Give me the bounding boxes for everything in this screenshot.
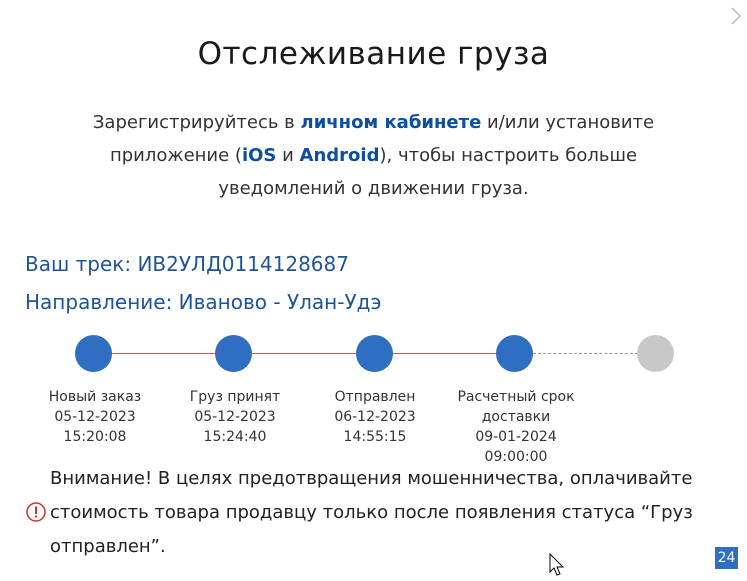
tracking-timeline: Новый заказ 05-12-2023 15:20:08 Груз при…: [0, 335, 747, 465]
timeline-dot: [356, 335, 393, 372]
timeline-segment: [111, 353, 216, 354]
fraud-warning: Внимание! В целях предотвращения мошенни…: [26, 462, 726, 564]
counter-badge[interactable]: 24: [715, 547, 738, 569]
timeline-step-estimated-delivery: Расчетный срок доставки 09-01-2024 09:00…: [457, 389, 575, 465]
warning-text: Внимание! В целях предотвращения мошенни…: [50, 468, 693, 557]
timeline-step-sent: Отправлен 06-12-2023 14:55:15: [334, 389, 416, 445]
cabinet-link[interactable]: личном кабинете: [301, 112, 482, 133]
timeline-dot-pending: [637, 335, 674, 372]
close-chevron-icon[interactable]: [729, 6, 743, 26]
track-number: Ваш трек: ИВ2УЛД0114128687: [25, 252, 349, 276]
timeline-step-accepted: Груз принят 05-12-2023 15:24:40: [189, 389, 281, 445]
info-circle-icon: [26, 500, 46, 522]
timeline-dot: [496, 335, 533, 372]
timeline-segment: [252, 353, 357, 354]
timeline-segment: [393, 353, 497, 354]
mouse-cursor-icon: [549, 552, 565, 581]
ios-link[interactable]: iOS: [242, 145, 276, 166]
intro-text: Зарегистрируйтесь в личном кабинете и/ил…: [92, 112, 655, 199]
timeline-dot: [75, 335, 112, 372]
timeline-step-new-order: Новый заказ 05-12-2023 15:20:08: [48, 389, 142, 445]
timeline-dot: [215, 335, 252, 372]
page-title: Отслеживание груза: [197, 36, 550, 72]
android-link[interactable]: Android: [300, 145, 380, 166]
direction: Направление: Иваново - Улан-Удэ: [25, 290, 382, 314]
timeline-segment-pending: [533, 353, 638, 354]
